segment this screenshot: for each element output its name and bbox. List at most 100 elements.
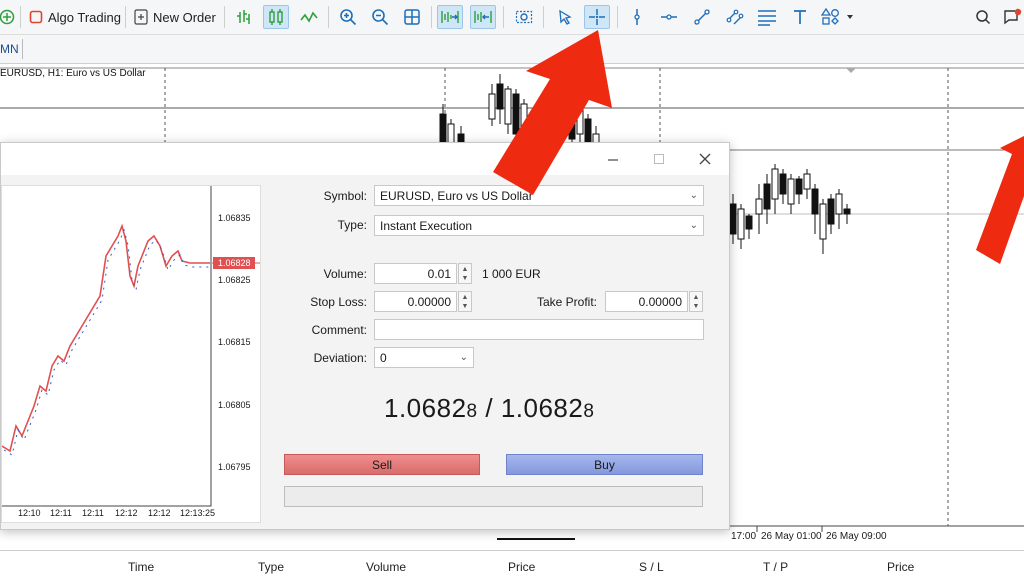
candle-body xyxy=(745,215,753,230)
time-label: 12:11 xyxy=(50,508,72,518)
candle-body xyxy=(439,113,447,145)
buy-tick-line xyxy=(3,228,212,456)
chevron-down-icon: ⌄ xyxy=(459,352,468,363)
vertical-line-icon[interactable] xyxy=(624,5,650,29)
toolbar-separator xyxy=(125,6,126,28)
symbol-label: Symbol: xyxy=(323,189,367,203)
maximize-icon xyxy=(654,154,664,164)
type-value: Instant Execution xyxy=(380,218,473,233)
candlestick-icon[interactable] xyxy=(263,5,289,29)
toolbar-separator xyxy=(328,6,329,28)
price-label: 1.06825 xyxy=(218,275,251,285)
timeframe-tab-mn[interactable]: MN xyxy=(0,39,23,59)
trade-panel-header: Time Type Volume Price S / L T / P Price xyxy=(0,550,1024,577)
column-type[interactable]: Type xyxy=(258,560,284,574)
take-profit-input[interactable]: 0.00000 xyxy=(605,291,688,312)
candle-body xyxy=(584,118,592,143)
column-price-current[interactable]: Price xyxy=(887,560,914,574)
bar-chart-icon[interactable] xyxy=(231,5,257,29)
text-icon[interactable] xyxy=(787,5,813,29)
volume-units: 1 000 EUR xyxy=(482,267,541,281)
volume-label: Volume: xyxy=(323,267,367,281)
candle-body xyxy=(811,188,819,215)
minimize-button[interactable] xyxy=(593,147,633,171)
chat-icon[interactable] xyxy=(1000,5,1024,29)
candle-body xyxy=(779,173,787,195)
column-tp[interactable]: T / P xyxy=(763,560,788,574)
sell-button[interactable]: Sell xyxy=(284,454,480,475)
close-icon xyxy=(699,153,711,165)
candle-body xyxy=(496,83,504,110)
fibonacci-icon[interactable] xyxy=(754,5,780,29)
ask-price: 1.0682 xyxy=(500,393,584,423)
candle-body xyxy=(737,208,745,240)
deviation-label: Deviation: xyxy=(313,351,367,365)
current-price-label: 1.06828 xyxy=(218,258,251,268)
column-price[interactable]: Price xyxy=(508,560,535,574)
order-dialog: 1.06835 1.06828 1.06825 1.06815 1.06805 … xyxy=(0,142,730,530)
buy-button[interactable]: Buy xyxy=(506,454,703,475)
screenshot-icon[interactable] xyxy=(511,5,537,29)
candle-body xyxy=(488,93,496,120)
toolbar-separator xyxy=(617,6,618,28)
symbol-value: EURUSD, Euro vs US Dollar xyxy=(380,188,533,203)
maximize-button[interactable] xyxy=(639,147,679,171)
deviation-value: 0 xyxy=(380,350,387,365)
candle-body xyxy=(504,88,512,125)
line-chart-icon[interactable] xyxy=(296,5,322,29)
horizontal-line-icon[interactable] xyxy=(656,5,682,29)
symbol-select[interactable]: EURUSD, Euro vs US Dollar ⌄ xyxy=(374,185,704,206)
comment-input[interactable] xyxy=(374,319,704,340)
stop-loss-input[interactable]: 0.00000 xyxy=(374,291,457,312)
candle-body xyxy=(576,108,584,135)
price-label: 1.06815 xyxy=(218,337,251,347)
add-icon[interactable] xyxy=(0,5,20,29)
cursor-icon[interactable] xyxy=(552,5,578,29)
column-time[interactable]: Time xyxy=(128,560,154,574)
bid-ask-quote: 1.06828 / 1.06828 xyxy=(384,393,594,424)
type-select[interactable]: Instant Execution ⌄ xyxy=(374,215,704,236)
close-button[interactable] xyxy=(685,147,725,171)
time-label-26may-0900: 26 May 09:00 xyxy=(826,531,887,542)
crosshair-icon[interactable] xyxy=(584,5,610,29)
grid-icon[interactable] xyxy=(399,5,425,29)
algo-trading-button[interactable]: Algo Trading xyxy=(29,5,121,29)
price-separator: / xyxy=(485,393,494,423)
stop-loss-stepper[interactable]: ▲ ▼ xyxy=(458,291,472,312)
chart-shift-icon[interactable] xyxy=(470,5,496,29)
shapes-icon[interactable] xyxy=(818,5,858,29)
deviation-select[interactable]: 0 ⌄ xyxy=(374,347,474,368)
zoom-out-icon[interactable] xyxy=(367,5,393,29)
stop-icon xyxy=(29,10,43,24)
time-label-26may-0100: 26 May 01:00 xyxy=(761,531,822,542)
tick-chart: 1.06835 1.06828 1.06825 1.06815 1.06805 … xyxy=(1,185,261,523)
trend-line-icon[interactable] xyxy=(689,5,715,29)
candle-body xyxy=(835,193,843,215)
time-label: 12:10 xyxy=(18,508,41,518)
tick-series xyxy=(1,223,212,456)
search-icon[interactable] xyxy=(970,5,996,29)
stop-loss-label: Stop Loss: xyxy=(310,295,367,309)
candle-body xyxy=(512,93,520,135)
candle-body xyxy=(520,103,528,137)
column-sl[interactable]: S / L xyxy=(639,560,664,574)
candle-body xyxy=(827,198,835,225)
zoom-in-icon[interactable] xyxy=(335,5,361,29)
volume-input[interactable]: 0.01 xyxy=(374,263,457,284)
column-volume[interactable]: Volume xyxy=(366,560,406,574)
candle-body xyxy=(795,178,803,195)
minimize-icon xyxy=(608,159,618,161)
timeframe-bar: MN xyxy=(0,35,1024,64)
autoscroll-icon[interactable] xyxy=(437,5,463,29)
main-toolbar: Algo Trading New Order xyxy=(0,0,1024,35)
new-order-button[interactable]: New Order xyxy=(134,5,216,29)
dialog-titlebar[interactable] xyxy=(1,143,729,175)
chevron-down-icon: ⌄ xyxy=(689,220,698,231)
channel-icon[interactable] xyxy=(722,5,748,29)
time-label: 12:11 xyxy=(82,508,104,518)
time-label: 12:12 xyxy=(148,508,171,518)
take-profit-stepper[interactable]: ▲ ▼ xyxy=(689,291,703,312)
algo-trading-label: Algo Trading xyxy=(48,9,121,25)
volume-stepper[interactable]: ▲ ▼ xyxy=(458,263,472,284)
toolbar-separator xyxy=(543,6,544,28)
